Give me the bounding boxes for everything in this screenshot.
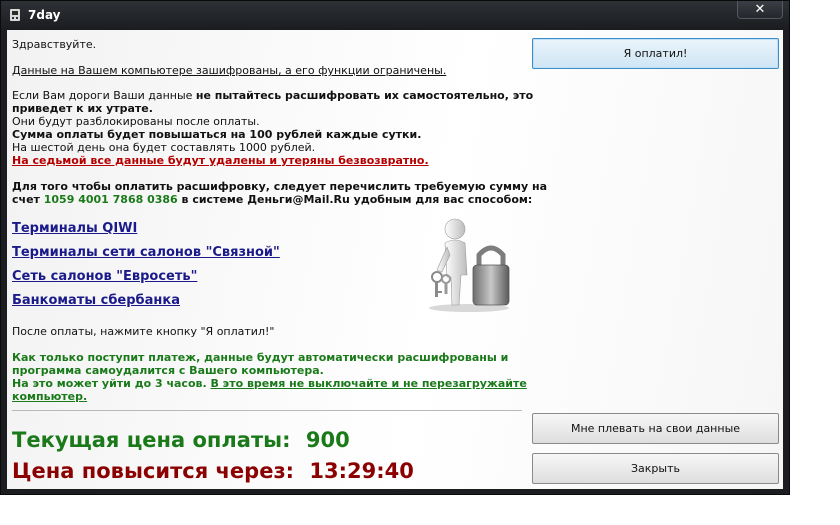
warning-line-4: Сумма оплаты будет повышаться на 100 руб… (12, 128, 422, 141)
payment-line-2: счет 1059 4001 7868 0386 в системе Деньг… (12, 194, 532, 206)
auto-decrypt-line-4: компьютер. (12, 390, 88, 403)
client-area: Здравствуйте. Данные на Вашем компьютере… (7, 30, 783, 489)
warning-line-2: приведет к их утрате. (12, 102, 153, 115)
payment-line-1: Для того чтобы оплатить расшифровку, сле… (12, 180, 548, 193)
person-padlock-icon (429, 218, 510, 312)
auto-decrypt-line-1: Как только поступит платеж, данные будут… (12, 351, 509, 364)
auto-decrypt-line-3: На это может уйти до 3 часов. В это врем… (12, 378, 527, 390)
ransom-window: 7day ✕ Здравствуйте. Данные на Вашем ком… (0, 0, 790, 495)
payment-line-2-prefix: счет (12, 193, 44, 206)
link-qiwi-terminals[interactable]: Терминалы QIWI (12, 221, 137, 236)
link-svyaznoy-terminals[interactable]: Терминалы сети салонов "Связной" (12, 245, 280, 260)
auto-decrypt-line-2: программа самоудалится с Вашего компьюте… (12, 364, 324, 377)
current-price-value: 900 (305, 428, 350, 452)
timer-value: 13:29:40 (309, 459, 414, 483)
price-increase-timer: Цена повысится через: 13:29:40 (12, 459, 414, 483)
window-close-button[interactable]: ✕ (737, 1, 783, 19)
auto-decrypt-line-3-prefix: На это может уйти до 3 часов. (12, 377, 211, 390)
warning-line-1-prefix: Если Вам дороги Ваши данные (12, 89, 196, 102)
close-icon: ✕ (754, 1, 766, 16)
payment-line-2-suffix: в системе Деньги@Mail.Ru удобным для вас… (177, 193, 533, 206)
payment-account-number: 1059 4001 7868 0386 (43, 193, 178, 206)
current-price: Текущая цена оплаты: 900 (12, 428, 350, 452)
warning-line-1: Если Вам дороги Ваши данные не пытайтесь… (12, 90, 533, 102)
current-price-label: Текущая цена оплаты: (12, 428, 291, 452)
title-bar[interactable]: 7day ✕ (1, 1, 789, 30)
paid-button[interactable]: Я оплатил! (532, 38, 779, 69)
after-payment-instruction: После оплаты, нажмите кнопку "Я оплатил!… (12, 325, 275, 338)
auto-decrypt-line-3-warning: В это время не выключайте и не перезагру… (210, 377, 527, 390)
dont-care-button[interactable]: Мне плевать на свои данные (532, 413, 779, 444)
link-euroset-stores[interactable]: Сеть салонов "Евросеть" (12, 269, 197, 284)
content-divider (12, 410, 522, 411)
warning-line-6: На седьмой все данные будут удалены и ут… (12, 154, 429, 167)
warning-line-3: Они будут разблокированы после оплаты. (12, 115, 260, 128)
warning-line-1-bold: не пытайтесь расшифровать их самостоятел… (195, 89, 534, 102)
app-icon (10, 9, 20, 21)
warning-line-5: На шестой день она будет составлять 1000… (12, 141, 316, 154)
encrypted-notice: Данные на Вашем компьютере зашифрованы, … (12, 64, 447, 77)
link-sberbank-atms[interactable]: Банкоматы сбербанка (12, 293, 180, 308)
close-button[interactable]: Закрыть (532, 453, 779, 484)
window-title: 7day (28, 8, 61, 22)
timer-label: Цена повысится через: (12, 459, 295, 483)
greeting-text: Здравствуйте. (12, 38, 97, 51)
